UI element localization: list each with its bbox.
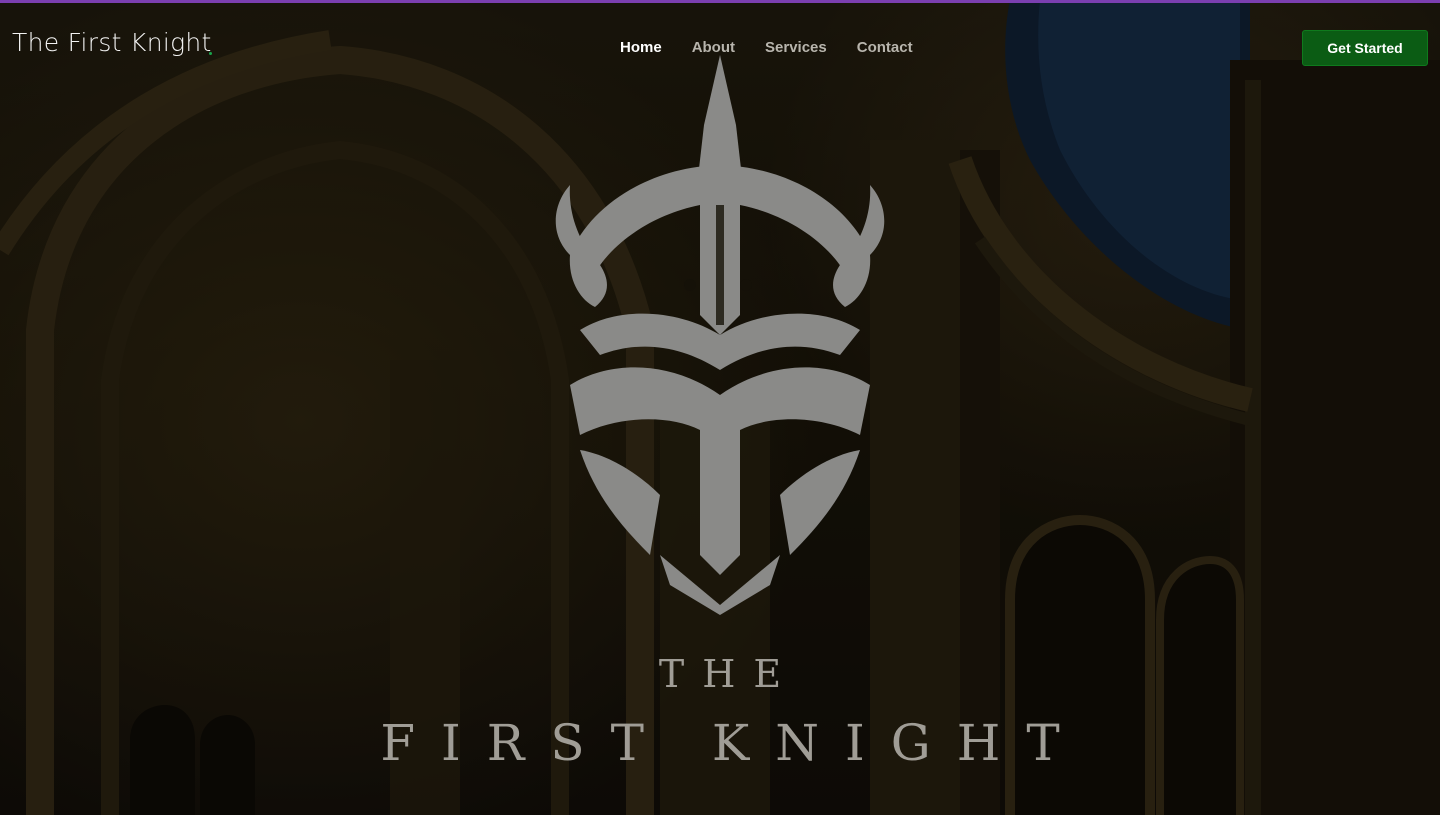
brand-dot	[209, 52, 212, 55]
top-accent-bar	[0, 0, 1440, 3]
hero-wordmark-the: THE	[658, 652, 800, 696]
nav-link-home[interactable]: Home	[620, 38, 662, 58]
nav-link-services[interactable]: Services	[765, 38, 827, 58]
nav-link-about[interactable]: About	[692, 38, 735, 58]
main-nav: Home About Services Contact	[620, 38, 913, 58]
nav-link-contact[interactable]: Contact	[857, 38, 913, 58]
brand-logo-text[interactable]: The First Knight	[12, 28, 212, 57]
knight-helmet-icon	[555, 55, 885, 615]
get-started-button[interactable]: Get Started	[1302, 30, 1428, 66]
hero-wordmark-first-knight: FIRST KNIGHT	[380, 714, 1086, 772]
